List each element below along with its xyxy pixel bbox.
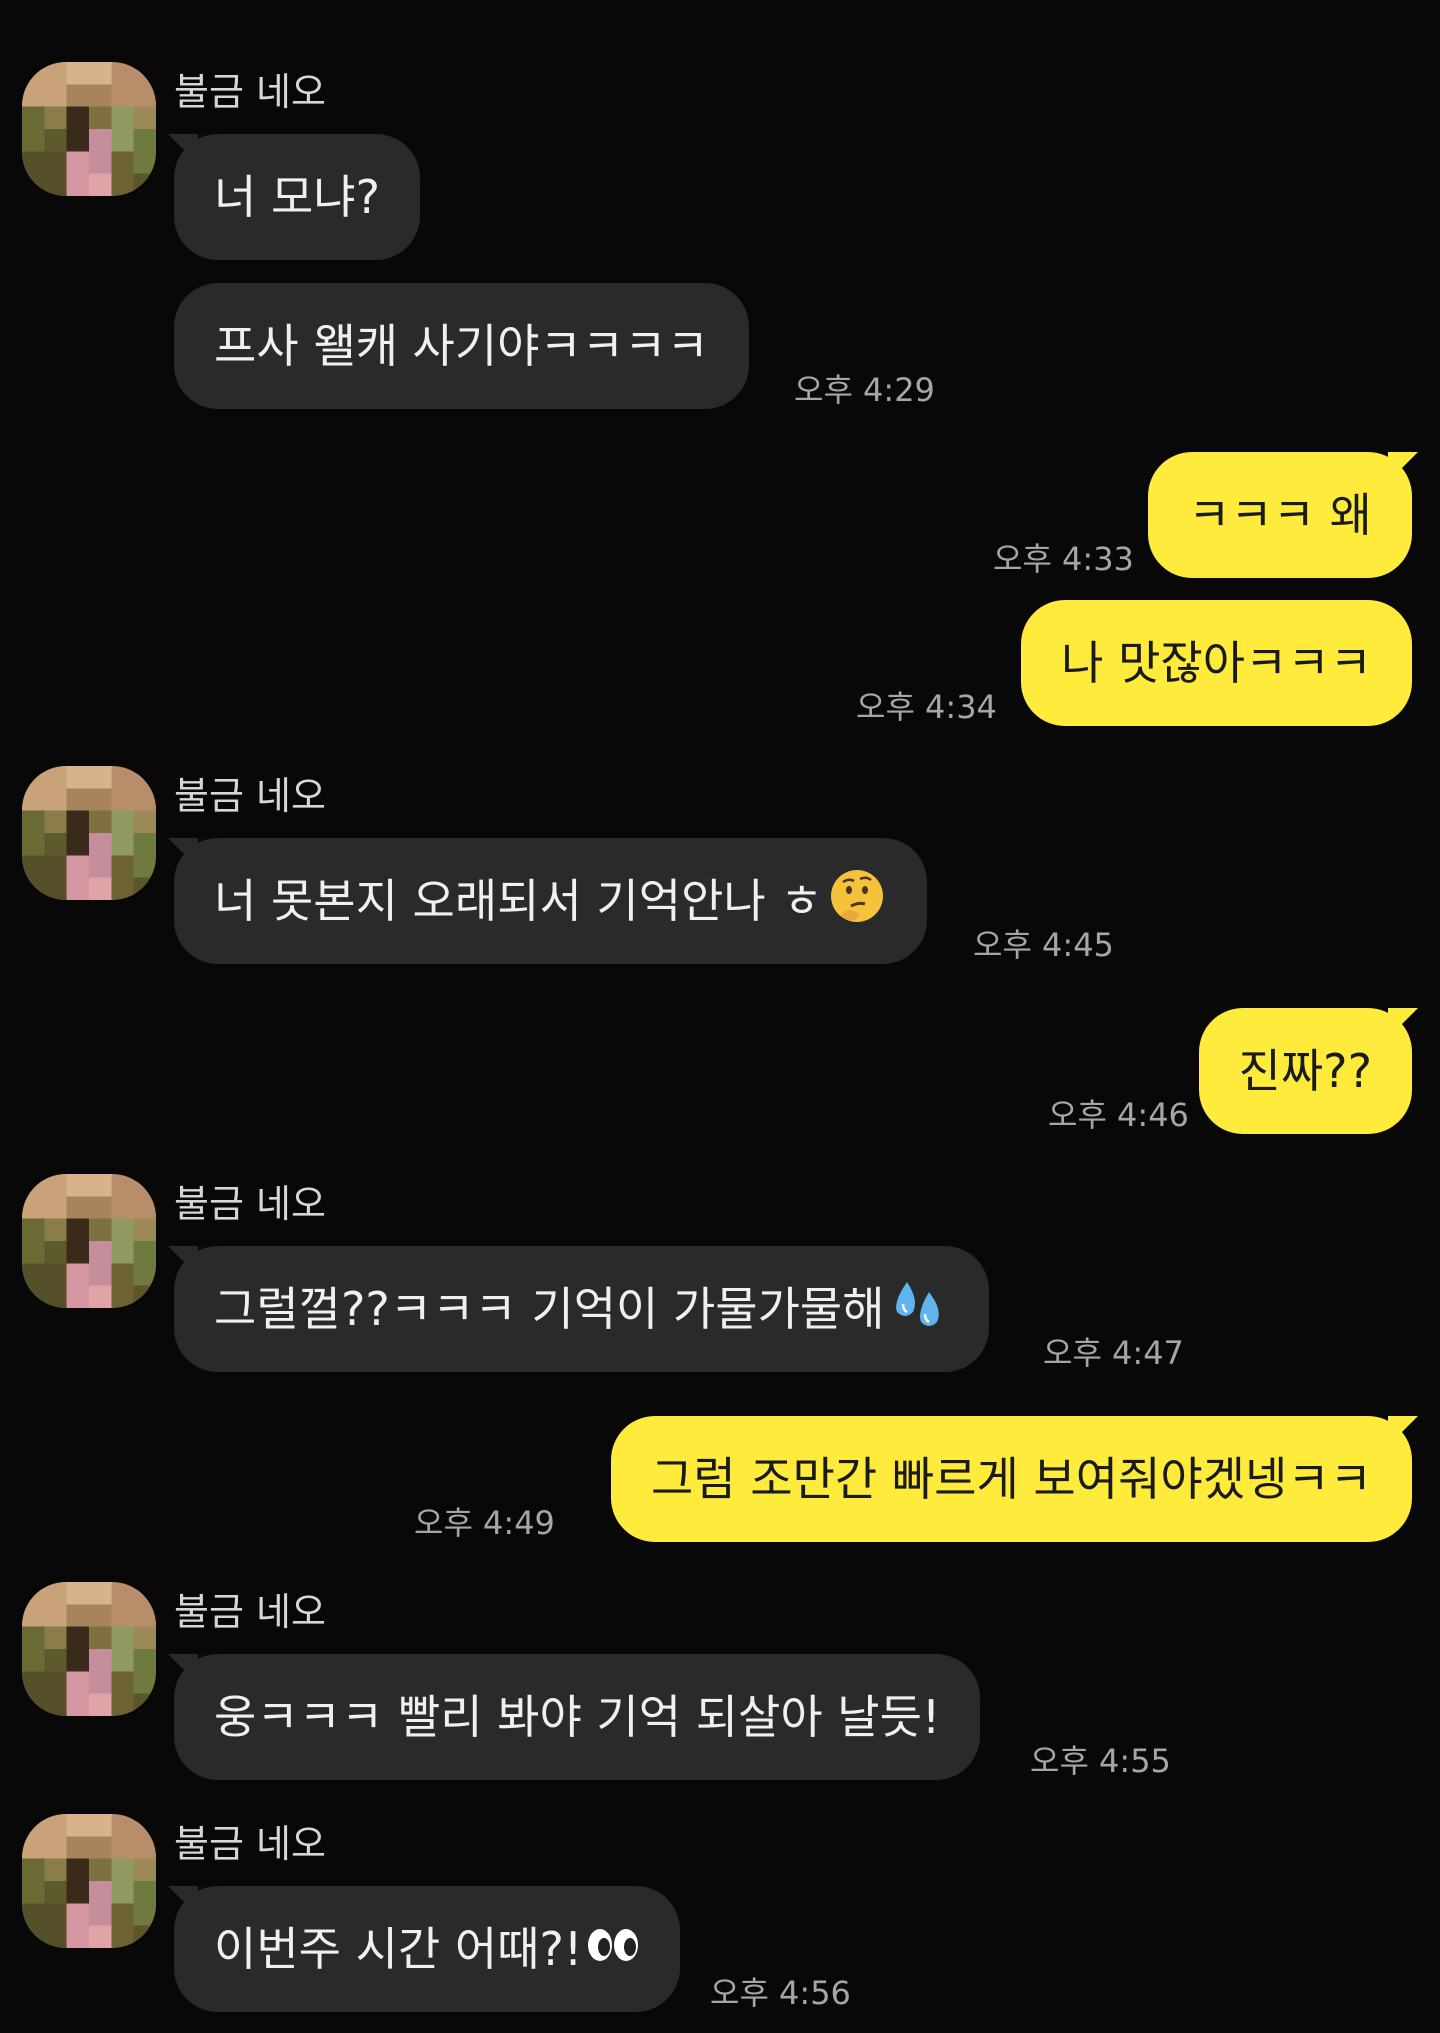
message-text: ㅋㅋㅋ 왜 — [1188, 488, 1372, 542]
message-text: 프사 왤캐 사기야ㅋㅋㅋㅋ — [214, 319, 709, 373]
message-time: 오후 4:56 — [710, 1974, 851, 2012]
message-text: 너 못본지 오래되서 기억안나 ㅎ — [214, 874, 823, 928]
sender-avatar[interactable] — [22, 766, 156, 900]
sender-avatar[interactable] — [22, 1582, 156, 1716]
sweat-droplets-icon — [889, 1274, 949, 1345]
sender-avatar[interactable] — [22, 1174, 156, 1308]
sender-name: 불금 네오 — [174, 774, 326, 818]
message-time: 오후 4:55 — [1030, 1742, 1171, 1780]
message-bubble[interactable]: 웅ㅋㅋㅋ 빨리 봐야 기억 되살아 날듯! — [174, 1654, 981, 1780]
eyes-icon — [586, 1922, 640, 1976]
sender-avatar[interactable] — [22, 1814, 156, 1948]
message-bubble[interactable]: 그럼 조만간 빠르게 보여줘야겠넹ㅋㅋ — [611, 1416, 1412, 1542]
sender-name: 불금 네오 — [174, 1590, 326, 1634]
message-bubble[interactable]: 진짜?? — [1198, 1008, 1412, 1134]
message-time: 오후 4:34 — [856, 688, 997, 726]
message-text: 그럼 조만간 빠르게 보여줘야겠넹ㅋㅋ — [651, 1452, 1372, 1506]
message-time: 오후 4:46 — [1048, 1096, 1189, 1134]
message-bubble[interactable]: 나 맛잖아ㅋㅋㅋ — [1021, 600, 1412, 726]
message-bubble[interactable]: 이번주 시간 어때?! — [174, 1886, 681, 2012]
message-time: 오후 4:47 — [1043, 1334, 1184, 1372]
thinking-face-icon — [827, 866, 887, 937]
message-text: 이번주 시간 어때?! — [214, 1922, 583, 1976]
message-bubble[interactable]: 너 모냐? — [174, 134, 420, 260]
message-text: 웅ㅋㅋㅋ 빨리 봐야 기억 되살아 날듯! — [214, 1690, 941, 1744]
message-time: 오후 4:29 — [794, 371, 935, 409]
message-time: 오후 4:49 — [414, 1504, 555, 1542]
sender-name: 불금 네오 — [174, 1182, 326, 1226]
message-bubble[interactable]: 프사 왤캐 사기야ㅋㅋㅋㅋ — [174, 283, 749, 409]
message-bubble[interactable]: ㅋㅋㅋ 왜 — [1148, 452, 1412, 578]
message-bubble[interactable]: 그럴껄??ㅋㅋㅋ 기억이 가물가물해 — [174, 1246, 989, 1372]
sender-name: 불금 네오 — [174, 70, 326, 114]
message-text: 너 모냐? — [214, 170, 380, 224]
message-time: 오후 4:33 — [993, 540, 1134, 578]
message-text: 진짜?? — [1238, 1044, 1372, 1098]
message-text: 그럴껄??ㅋㅋㅋ 기억이 가물가물해 — [214, 1282, 885, 1336]
sender-avatar[interactable] — [22, 62, 156, 196]
message-time: 오후 4:45 — [973, 926, 1114, 964]
message-text: 나 맛잖아ㅋㅋㅋ — [1061, 636, 1372, 690]
sender-name: 불금 네오 — [174, 1822, 326, 1866]
message-bubble[interactable]: 너 못본지 오래되서 기억안나 ㅎ — [174, 838, 927, 964]
